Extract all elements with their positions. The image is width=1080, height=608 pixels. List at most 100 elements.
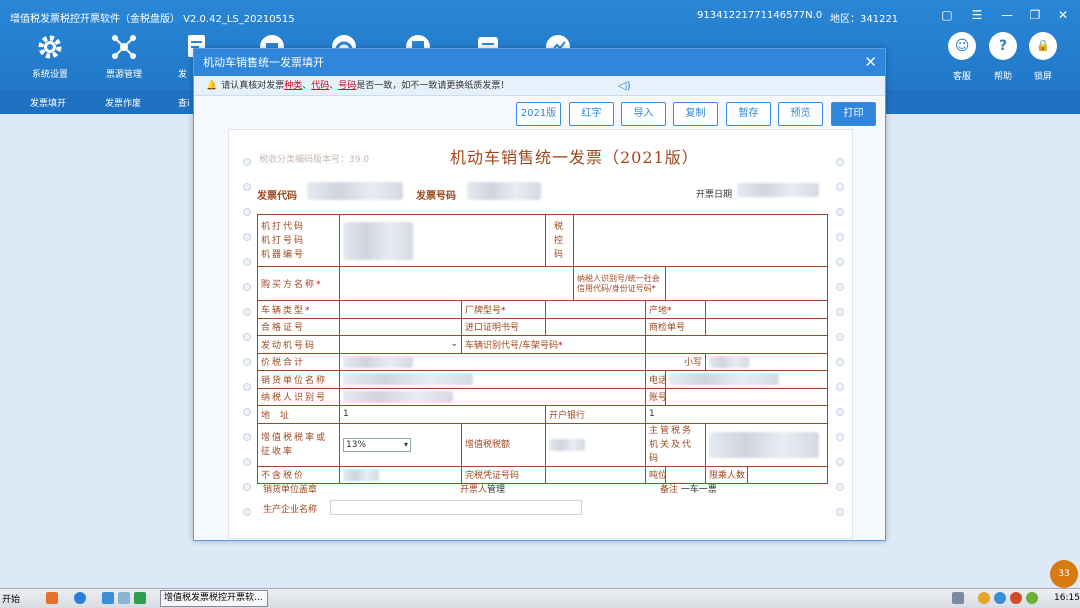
address-field[interactable]: 1 (339, 405, 546, 424)
origin-field[interactable] (704, 300, 829, 319)
drawer-label: 开票人管理 (460, 485, 506, 495)
preview-button[interactable]: 预览 (778, 102, 823, 126)
invoice-code-redacted (307, 182, 403, 200)
copy-button[interactable]: 复制 (673, 102, 718, 126)
duty-cert-label: 完税凭证号码 (461, 465, 546, 484)
invoice-code-label: 发票代码 (257, 191, 297, 202)
invoice-date-label: 开票日期 (696, 190, 733, 200)
speaker-icon[interactable]: ◁) (618, 76, 631, 96)
minimize-button[interactable]: — (998, 7, 1016, 23)
tray-icon[interactable] (978, 592, 990, 604)
tray-icon[interactable] (1010, 592, 1022, 604)
manufacturer-field[interactable] (330, 500, 582, 515)
vehicle-type-field[interactable] (339, 300, 462, 319)
capacity-field[interactable] (746, 465, 829, 484)
engine-no-label: 发动机号码 (257, 335, 340, 354)
app-icon[interactable] (134, 592, 146, 604)
dialog-title: 机动车销售统一发票填开 (203, 56, 324, 69)
notice-separator: 、 (302, 81, 312, 91)
machine-codes-redacted (343, 221, 413, 260)
chevron-down-icon[interactable]: ⌄ (450, 339, 458, 349)
toolbar-ticket-source[interactable]: 票源管理 (88, 28, 160, 84)
lowercase-label: 小写 (645, 352, 706, 371)
buyer-id-field[interactable] (664, 266, 829, 301)
start-button[interactable]: 开始 (2, 592, 20, 605)
print-button[interactable]: 打印 (831, 102, 876, 126)
nav-query[interactable]: 查i (178, 96, 190, 109)
excl-price-redacted (343, 468, 379, 481)
total-tax-label: 价税合计 (257, 352, 340, 371)
lock-screen-button[interactable]: 🔒 锁屏 (1023, 32, 1063, 84)
brand-model-field[interactable] (545, 300, 646, 319)
vin-label: 车辆识别代号/车架号码* (461, 335, 646, 354)
taskbar: 开始 增值税发票税控开票软... 16:15 (0, 588, 1080, 608)
total-row: 价税合计 小写 (257, 352, 829, 371)
tray-icon[interactable] (1026, 592, 1038, 604)
tax-authority-redacted (709, 431, 819, 458)
machine-number-label: 机打号码 (261, 235, 306, 246)
buyer-row: 购买方名称* 纳税人识别号/统一社会信用代码/身份证号码* (257, 266, 829, 301)
vat-rate-label: 增值税税率或征收率 (257, 422, 340, 467)
seller-row: 销货单位名称 电话 (257, 370, 829, 389)
browser-icon[interactable] (74, 592, 86, 604)
red-invoice-button[interactable]: 红字 (569, 102, 614, 126)
help-icon: ? (989, 32, 1017, 60)
tray-icon[interactable] (994, 592, 1006, 604)
help-button[interactable]: ? 帮助 (983, 32, 1023, 84)
machine-code-label: 机打代码 (261, 221, 306, 232)
certificate-row: 合格证号 进口证明书号 商检单号 (257, 317, 829, 336)
notice-keyword-code: 代码 (311, 81, 330, 91)
nav-invoice-void[interactable]: 发票作废 (105, 96, 141, 109)
notice-separator: 、 (329, 81, 339, 91)
buyer-id-label: 纳税人识别号/统一社会信用代码/身份证号码* (573, 266, 666, 301)
account-field[interactable] (664, 387, 829, 406)
engine-no-field[interactable]: ⌄ (339, 335, 462, 354)
vin-field[interactable] (644, 335, 829, 354)
toolbar-system-settings[interactable]: 系统设置 (14, 28, 86, 84)
manufacturer-label: 生产企业名称 (263, 505, 318, 515)
vat-amount-label: 增值税税额 (461, 422, 546, 467)
device-number-label: 机器编号 (261, 249, 306, 260)
tax-authority-value (704, 422, 829, 467)
cert-no-field[interactable] (339, 317, 462, 336)
tray-icon[interactable] (952, 592, 964, 604)
tonnage-field[interactable] (665, 465, 706, 484)
close-app-button[interactable]: ✕ (1054, 7, 1072, 23)
import-cert-field[interactable] (545, 317, 646, 336)
invoice-grid: 机打代码 机打号码 机器编号 税控码 购买方名称* 纳税人识别号/统一社会信用代… (257, 214, 829, 484)
import-button[interactable]: 导入 (621, 102, 666, 126)
duty-cert-field[interactable] (545, 465, 646, 484)
notification-badge[interactable]: 33 (1050, 560, 1078, 588)
restore-button[interactable]: ❐ (1026, 7, 1044, 23)
buyer-label: 购买方名称* (257, 266, 340, 301)
notice-bar: 🔔 请认真核对发票种类、代码、号码是否一致，如不一致请更换纸质发票！ ◁) (194, 76, 885, 96)
cert-no-label: 合格证号 (257, 317, 340, 336)
bell-icon: 🔔 (206, 81, 218, 91)
network-icon (112, 35, 136, 59)
app-title: 增值税发票税控开票软件（金税盘版） V2.0.42_LS_20210515 (10, 14, 295, 25)
tax-authority-label: 主管税务机关及代码 (645, 422, 706, 467)
app-icon[interactable] (118, 592, 130, 604)
quicklaunch-icon[interactable] (46, 592, 58, 604)
total-tax-value (339, 352, 646, 371)
vehicle-row: 车辆类型* 厂牌型号* 产地* (257, 300, 829, 319)
menu-icon[interactable]: ☰ (968, 7, 986, 23)
taskbar-task-invoice[interactable]: 增值税发票税控开票软... (160, 590, 268, 607)
toolbar-label: 系统设置 (31, 70, 68, 80)
nav-invoice-fill[interactable]: 发票填开 (30, 96, 66, 109)
close-icon[interactable]: ✕ (864, 49, 877, 76)
tax-control-label: 税控码 (545, 214, 574, 267)
seller-id-value (339, 387, 646, 406)
chat-icon[interactable]: ▢ (938, 7, 956, 23)
vat-rate-select[interactable]: 13% ▾ (343, 437, 411, 452)
total-redacted (343, 355, 413, 368)
version-2021-button[interactable]: 2021版 (516, 102, 561, 126)
customer-service-button[interactable]: ☺ 客服 (942, 32, 982, 84)
save-draft-button[interactable]: 暂存 (726, 102, 771, 126)
chevron-down-icon: ▾ (403, 439, 408, 449)
bank-field[interactable]: 1 (644, 405, 829, 424)
inspection-field[interactable] (704, 317, 829, 336)
lowercase-value (704, 352, 829, 371)
app-icon[interactable] (102, 592, 114, 604)
buyer-name-field[interactable] (339, 266, 574, 301)
